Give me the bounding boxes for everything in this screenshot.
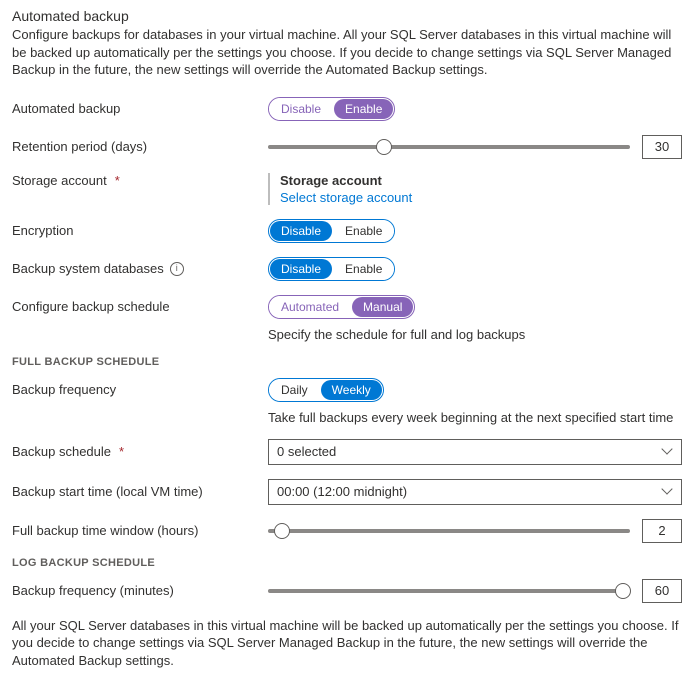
automated-backup-disable[interactable]: Disable (269, 98, 333, 120)
full-frequency-toggle[interactable]: Daily Weekly (268, 378, 384, 402)
full-schedule-heading: FULL BACKUP SCHEDULE (12, 356, 682, 368)
footer-text: All your SQL Server databases in this vi… (12, 617, 682, 670)
encryption-disable[interactable]: Disable (270, 221, 332, 241)
row-system-db: Backup system databases i Disable Enable (12, 257, 682, 281)
automated-backup-enable[interactable]: Enable (334, 99, 393, 119)
schedule-mode-manual[interactable]: Manual (352, 297, 413, 317)
row-encryption: Encryption Disable Enable (12, 219, 682, 243)
schedule-mode-label: Configure backup schedule (12, 299, 268, 314)
log-schedule-heading: LOG BACKUP SCHEDULE (12, 557, 682, 569)
start-time-value: 00:00 (12:00 midnight) (277, 484, 407, 499)
start-time-label: Backup start time (local VM time) (12, 484, 268, 499)
backup-schedule-dropdown[interactable]: 0 selected (268, 439, 682, 465)
info-icon[interactable]: i (170, 262, 184, 276)
start-time-dropdown[interactable]: 00:00 (12:00 midnight) (268, 479, 682, 505)
full-frequency-daily[interactable]: Daily (269, 379, 320, 401)
retention-value[interactable]: 30 (642, 135, 682, 159)
automated-backup-toggle[interactable]: Disable Enable (268, 97, 395, 121)
chevron-down-icon (663, 487, 673, 497)
schedule-mode-toggle[interactable]: Automated Manual (268, 295, 415, 319)
time-window-slider[interactable] (268, 529, 630, 533)
panel-description: Configure backups for databases in your … (12, 26, 682, 79)
full-frequency-label: Backup frequency (12, 382, 268, 397)
row-time-window: Full backup time window (hours) 2 (12, 519, 682, 543)
encryption-label: Encryption (12, 223, 268, 238)
time-window-slider-thumb[interactable] (274, 523, 290, 539)
row-schedule-mode: Configure backup schedule Automated Manu… (12, 295, 682, 319)
system-db-disable[interactable]: Disable (270, 259, 332, 279)
row-storage: Storage account* Storage account Select … (12, 173, 682, 205)
row-log-frequency: Backup frequency (minutes) 60 (12, 579, 682, 603)
row-retention: Retention period (days) 30 (12, 135, 682, 159)
chevron-down-icon (663, 447, 673, 457)
panel-title: Automated backup (12, 8, 682, 24)
system-db-enable[interactable]: Enable (333, 258, 394, 280)
encryption-enable[interactable]: Enable (333, 220, 394, 242)
row-start-time: Backup start time (local VM time) 00:00 … (12, 479, 682, 505)
storage-label: Storage account* (12, 173, 268, 188)
select-storage-link[interactable]: Select storage account (280, 190, 412, 205)
system-db-toggle[interactable]: Disable Enable (268, 257, 395, 281)
time-window-value[interactable]: 2 (642, 519, 682, 543)
log-frequency-label: Backup frequency (minutes) (12, 583, 268, 598)
row-backup-schedule: Backup schedule* 0 selected (12, 439, 682, 465)
encryption-toggle[interactable]: Disable Enable (268, 219, 395, 243)
row-automated-backup: Automated backup Disable Enable (12, 97, 682, 121)
log-frequency-value[interactable]: 60 (642, 579, 682, 603)
backup-schedule-value: 0 selected (277, 444, 336, 459)
storage-heading: Storage account (280, 173, 412, 188)
backup-schedule-label: Backup schedule* (12, 444, 268, 459)
schedule-mode-automated[interactable]: Automated (269, 296, 351, 318)
full-frequency-weekly[interactable]: Weekly (321, 380, 382, 400)
retention-label: Retention period (days) (12, 139, 268, 154)
retention-slider[interactable] (268, 145, 630, 149)
log-frequency-slider[interactable] (268, 589, 630, 593)
row-full-frequency: Backup frequency Daily Weekly (12, 378, 682, 402)
system-db-label: Backup system databases i (12, 261, 268, 276)
time-window-label: Full backup time window (hours) (12, 523, 268, 538)
retention-slider-thumb[interactable] (376, 139, 392, 155)
log-frequency-slider-thumb[interactable] (615, 583, 631, 599)
automated-backup-label: Automated backup (12, 101, 268, 116)
schedule-mode-help: Specify the schedule for full and log ba… (12, 327, 682, 342)
full-frequency-help: Take full backups every week beginning a… (12, 410, 682, 425)
